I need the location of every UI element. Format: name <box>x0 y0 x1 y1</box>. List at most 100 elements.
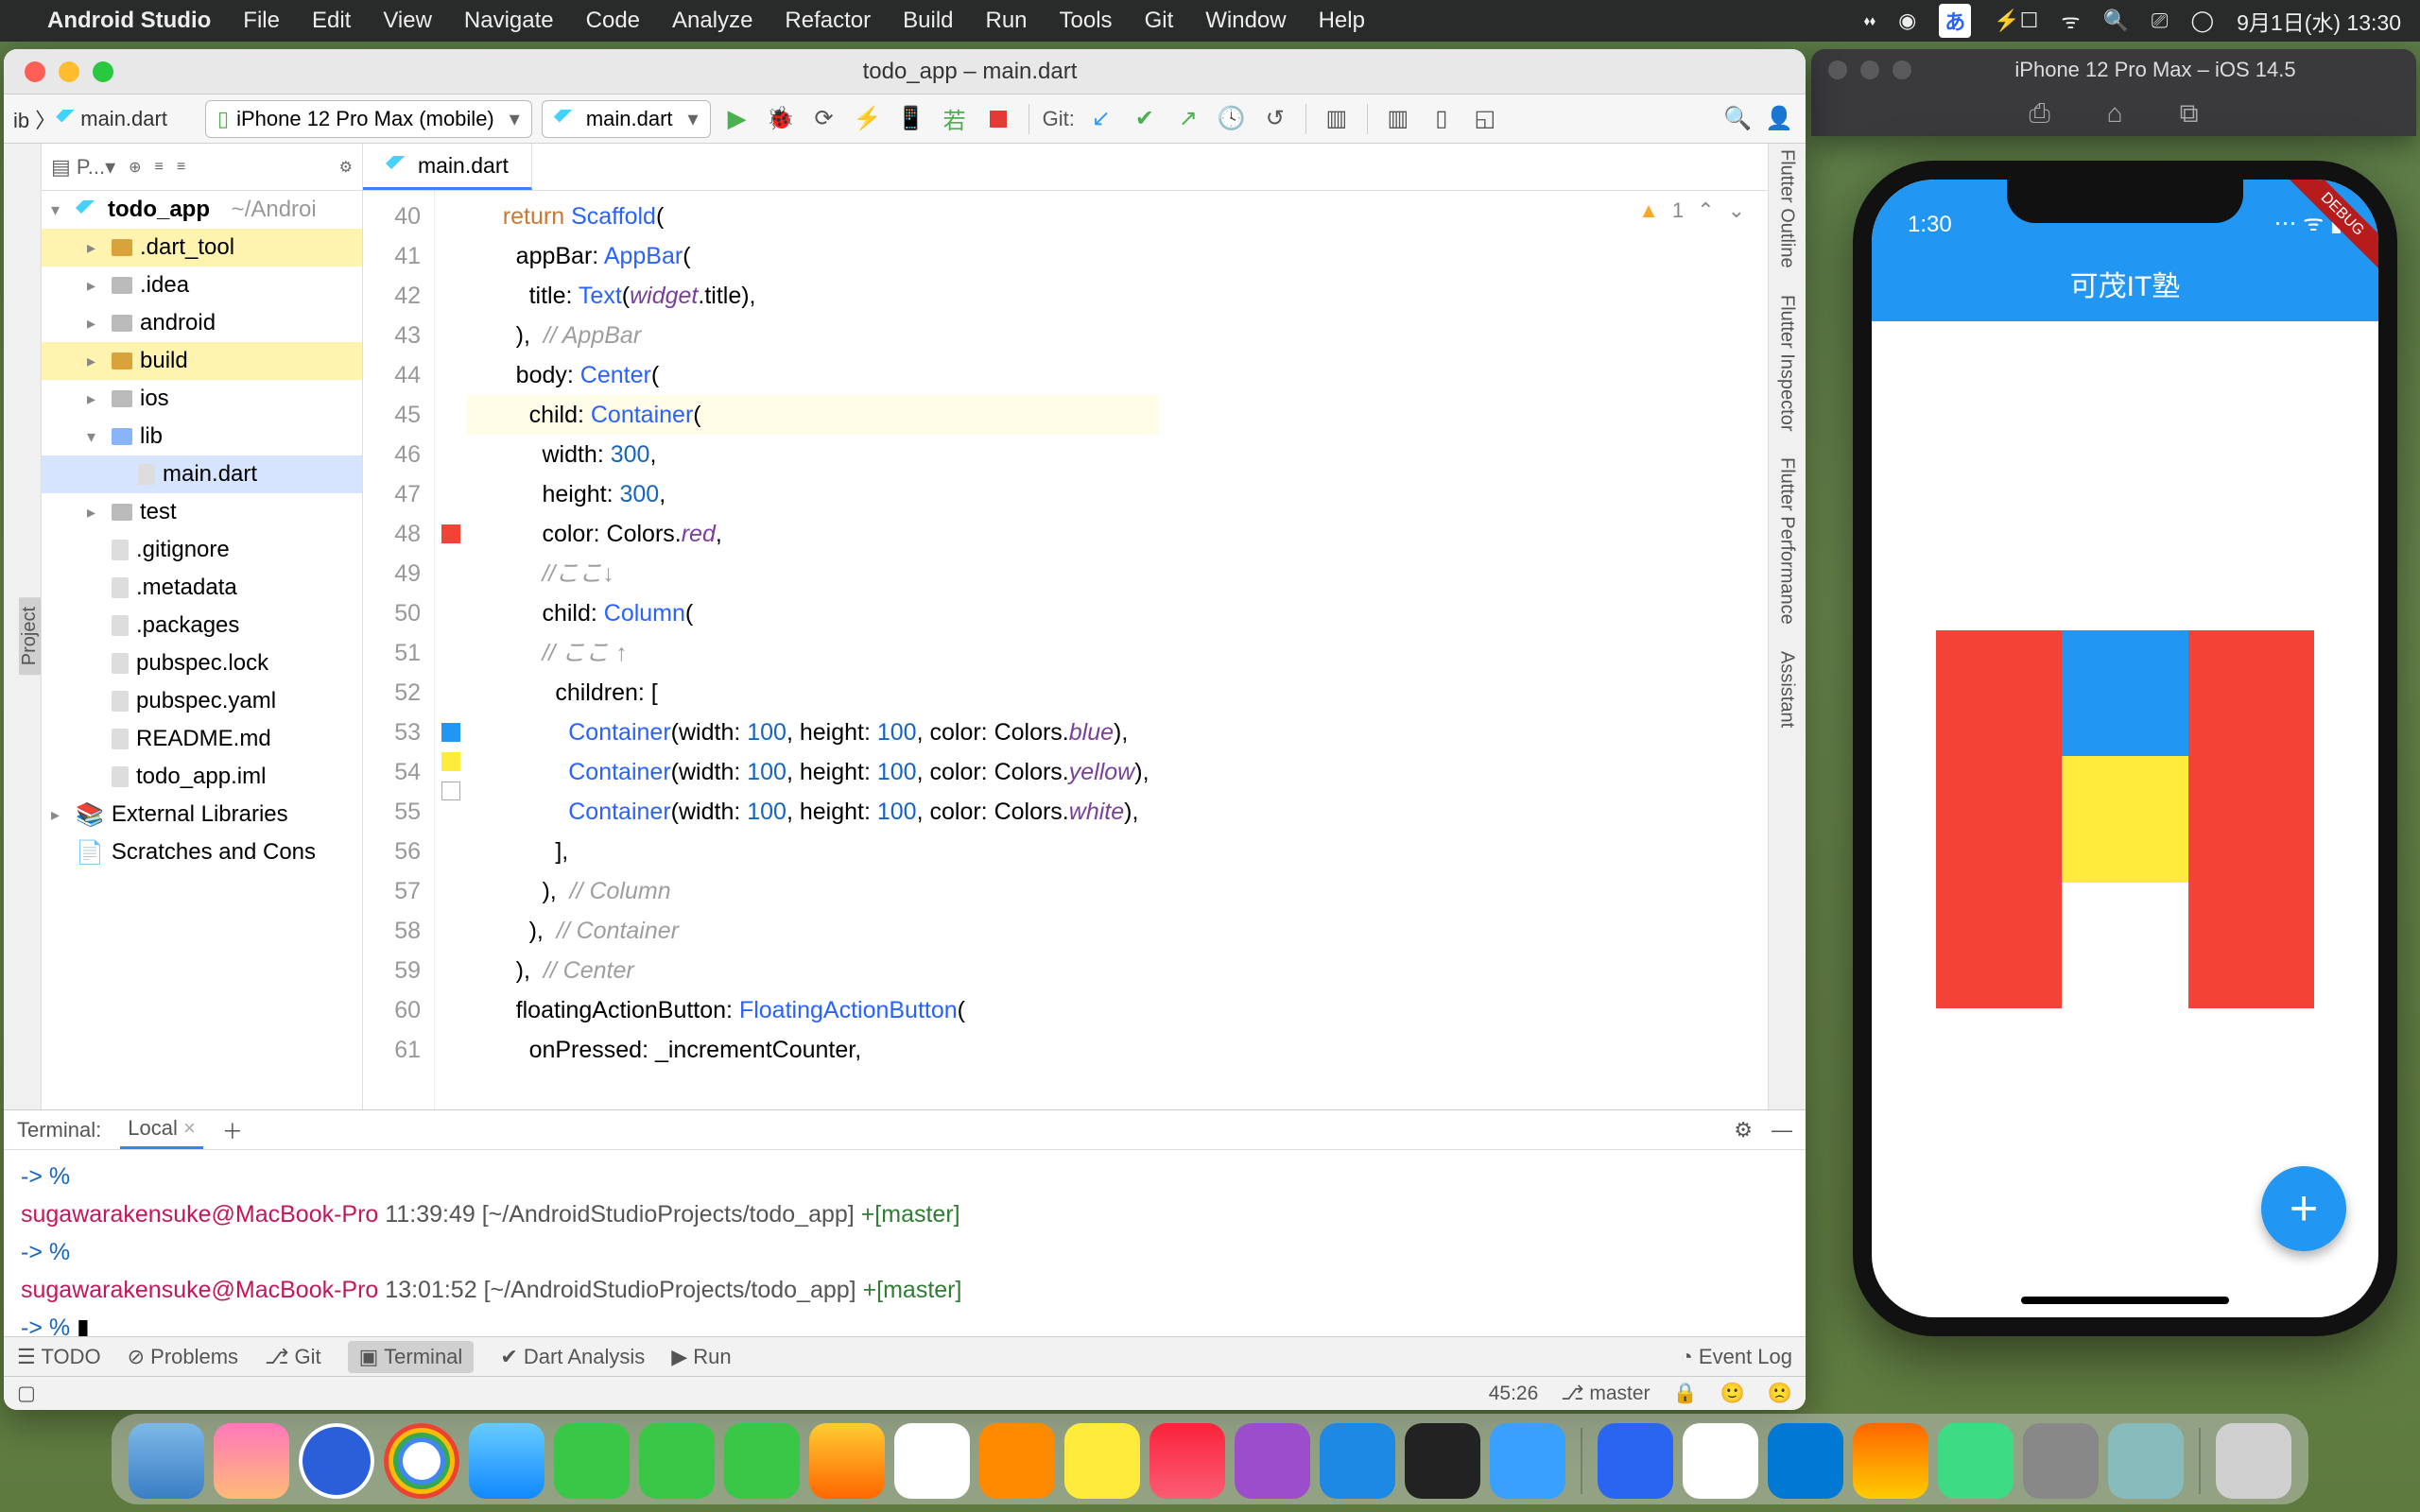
menu-git[interactable]: Git <box>1145 8 1174 34</box>
editor-body[interactable]: 4041424344454647484950515253545556575859… <box>363 191 1768 1109</box>
coverage-button[interactable]: ⟳ <box>807 102 841 136</box>
tree-item--metadata[interactable]: .metadata <box>42 569 362 607</box>
git-revert-button[interactable]: ↺ <box>1258 102 1292 136</box>
dock-app-slack[interactable] <box>1683 1423 1758 1499</box>
sim-minimize-button[interactable] <box>1860 60 1879 79</box>
dock-app-calendar[interactable] <box>894 1423 970 1499</box>
expand-icon[interactable]: ≡ <box>155 159 164 176</box>
menu-code[interactable]: Code <box>586 8 640 34</box>
tree-item-test[interactable]: ▸test <box>42 493 362 531</box>
flutter-inspector-tab[interactable]: Flutter Inspector <box>1776 285 1798 441</box>
terminal-body[interactable]: -> % sugawarakensuke@MacBook-Pro 11:39:4… <box>4 1150 1806 1354</box>
spotlight-icon[interactable]: 🔍 <box>2103 9 2129 33</box>
run-button[interactable]: ▶ <box>720 102 754 136</box>
tree-item--gitignore[interactable]: .gitignore <box>42 531 362 569</box>
locate-icon[interactable]: ⊕ <box>129 158 141 177</box>
dock-app-maps[interactable] <box>724 1423 800 1499</box>
dock-app-chrome[interactable] <box>384 1423 459 1499</box>
dock-app-2[interactable] <box>1853 1423 1928 1499</box>
nav-breadcrumb[interactable]: ib 〉main.dart <box>13 104 167 134</box>
battery-icon[interactable]: ⚡☐ <box>1994 9 2038 33</box>
inspection-widget[interactable]: ▲1 ⌃ ⌄ <box>1638 198 1745 223</box>
menubar-datetime[interactable]: 9月1日(水) 13:30 <box>2237 5 2401 37</box>
code-area[interactable]: return Scaffold( appBar: AppBar( title: … <box>467 191 1159 1109</box>
git-pull-button[interactable]: ↙ <box>1084 102 1118 136</box>
menu-run[interactable]: Run <box>986 8 1028 34</box>
tree-item--idea[interactable]: ▸.idea <box>42 266 362 304</box>
bottom-tab-terminal[interactable]: ▣ Terminal <box>348 1341 475 1373</box>
menu-build[interactable]: Build <box>903 8 953 34</box>
bottom-tab-git[interactable]: ⎇ Git <box>265 1345 321 1369</box>
bottom-tab-dart-analysis[interactable]: ✔ Dart Analysis <box>500 1345 645 1369</box>
dock-app-messages[interactable] <box>639 1423 715 1499</box>
menu-view[interactable]: View <box>383 8 432 34</box>
bottom-tab-problems[interactable]: ⊘ Problems <box>128 1345 238 1369</box>
dock-app-vscode[interactable] <box>1768 1423 1843 1499</box>
status-icon[interactable]: ▢ <box>17 1382 36 1405</box>
tree-item--packages[interactable]: .packages <box>42 607 362 644</box>
tree-external-libraries[interactable]: ▸📚 External Libraries <box>42 796 362 833</box>
tree-item-pubspec-lock[interactable]: pubspec.lock <box>42 644 362 682</box>
terminal-settings-gear-icon[interactable]: ⚙ <box>1734 1118 1753 1143</box>
account-icon[interactable]: 👤 <box>1762 102 1796 136</box>
dock-app-3[interactable] <box>2023 1423 2099 1499</box>
device-selector[interactable]: ▯iPhone 12 Pro Max (mobile)▾ <box>205 100 532 138</box>
siri-icon[interactable]: ◯ <box>2191 9 2215 33</box>
tree-item--dart_tool[interactable]: ▸.dart_tool <box>42 229 362 266</box>
dock-app-finder[interactable] <box>129 1423 204 1499</box>
caret-position[interactable]: 45:26 <box>1489 1383 1539 1405</box>
search-everywhere-button[interactable]: 🔍 <box>1720 102 1754 136</box>
wifi-icon[interactable]: ᯤ <box>2061 7 2080 35</box>
flutter-performance-tab[interactable]: Flutter Performance <box>1776 448 1798 634</box>
minimize-terminal-button[interactable]: — <box>1772 1118 1792 1143</box>
terminal-tab-local[interactable]: Local × <box>120 1110 203 1149</box>
dock-app-mail[interactable] <box>469 1423 544 1499</box>
dropbox-icon[interactable]: ⬪⬪ <box>1864 9 1876 33</box>
project-tool-tab[interactable]: Project <box>19 597 41 675</box>
tree-item-android[interactable]: ▸android <box>42 304 362 342</box>
device-manager-button[interactable]: ▯ <box>1425 102 1459 136</box>
dock-app-tv[interactable] <box>1405 1423 1480 1499</box>
menu-refactor[interactable]: Refactor <box>785 8 871 34</box>
close-icon[interactable]: × <box>183 1116 196 1140</box>
chevron-up-icon[interactable]: ⌃ <box>1697 198 1714 223</box>
dock-app-android-studio[interactable] <box>1938 1423 2014 1499</box>
menu-help[interactable]: Help <box>1319 8 1365 34</box>
dock-app-facetime[interactable] <box>554 1423 630 1499</box>
menu-file[interactable]: File <box>243 8 280 34</box>
layout-inspector-button[interactable]: ◱ <box>1468 102 1502 136</box>
tree-item-todo_app-iml[interactable]: todo_app.iml <box>42 758 362 796</box>
project-view-selector[interactable]: P... <box>77 155 105 179</box>
flutter-outline-tab[interactable]: Flutter Outline <box>1776 140 1798 278</box>
simulator-screen[interactable]: DEBUG 1:30 ⋯ ᯤ ▮ 可茂IT塾 + <box>1872 180 2378 1317</box>
avd-button[interactable]: ▥ <box>1320 102 1354 136</box>
menu-analyze[interactable]: Analyze <box>672 8 752 34</box>
profiler-button[interactable]: 若 <box>938 102 972 136</box>
dock-app-podcasts[interactable] <box>1235 1423 1310 1499</box>
menu-navigate[interactable]: Navigate <box>464 8 554 34</box>
window-minimize-button[interactable] <box>59 61 79 82</box>
new-terminal-tab-button[interactable]: ＋ <box>222 1115 243 1145</box>
menu-window[interactable]: Window <box>1205 8 1286 34</box>
window-close-button[interactable] <box>25 61 45 82</box>
dock-app-appstore[interactable] <box>1320 1423 1395 1499</box>
dock-trash[interactable] <box>2216 1423 2291 1499</box>
floating-action-button[interactable]: + <box>2261 1166 2346 1251</box>
chevron-down-icon[interactable]: ⌄ <box>1728 198 1745 223</box>
sim-zoom-button[interactable] <box>1893 60 1911 79</box>
dock-app-notes[interactable] <box>1064 1423 1140 1499</box>
assistant-tab[interactable]: Assistant <box>1776 642 1798 737</box>
dock-app-reminders[interactable] <box>979 1423 1055 1499</box>
home-icon[interactable]: ⌂ <box>2107 98 2123 129</box>
rotate-icon[interactable]: ⧉ <box>2180 98 2199 129</box>
home-indicator[interactable] <box>2021 1297 2229 1304</box>
screenshot-icon[interactable]: ⎙ <box>2029 98 2049 129</box>
attach-button[interactable]: 📱 <box>894 102 928 136</box>
run-config-selector[interactable]: main.dart▾ <box>542 100 711 138</box>
hot-reload-button[interactable]: ⚡ <box>851 102 885 136</box>
tree-item-build[interactable]: ▸build <box>42 342 362 380</box>
ime-icon[interactable]: あ <box>1939 4 1971 38</box>
settings-gear-icon[interactable]: ⚙ <box>339 158 353 177</box>
menubar-app-name[interactable]: Android Studio <box>47 8 211 34</box>
editor-tab-main[interactable]: main.dart <box>363 144 532 190</box>
